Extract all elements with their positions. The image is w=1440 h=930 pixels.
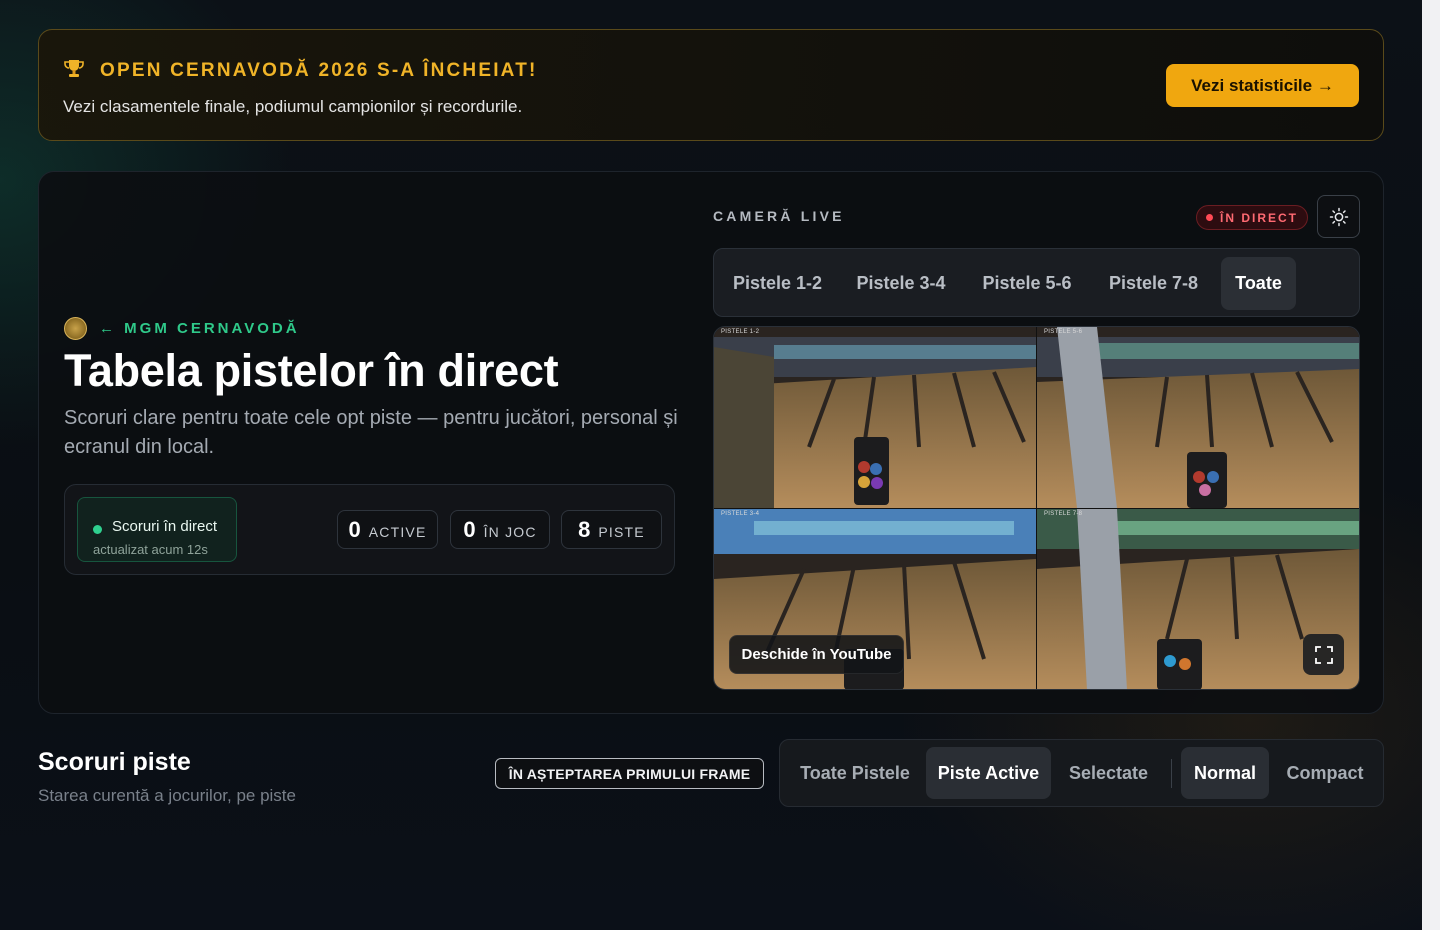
live-scores-label: Scoruri în direct <box>112 518 218 535</box>
stat-lanes: 8 PISTE <box>561 510 662 549</box>
page-title: Tabela pistelor în direct <box>64 345 559 396</box>
tournament-banner: OPEN CERNAVODĂ 2026 S-A ÎNCHEIAT! Vezi c… <box>38 29 1384 141</box>
feed-label: PISTELE 1-2 <box>721 329 760 335</box>
tab-lanes-3-4[interactable]: Pistele 3-4 <box>843 257 959 310</box>
filter-all-lanes[interactable]: Toate Pistele <box>788 747 922 799</box>
feed-lanes-5-6: PISTELE 5-6 <box>1037 327 1359 508</box>
fullscreen-button[interactable] <box>1303 634 1344 675</box>
club-logo <box>64 317 87 340</box>
trophy-icon <box>63 58 85 80</box>
live-dot-icon <box>93 525 102 534</box>
waiting-frame-badge: ÎN AȘTEPTAREA PRIMULUI FRAME <box>495 758 764 789</box>
section-title: Scoruri piste <box>38 748 191 776</box>
stat-value: 8 <box>578 516 591 542</box>
view-compact[interactable]: Compact <box>1273 747 1377 799</box>
stat-in-game: 0 ÎN JOC <box>450 510 550 549</box>
banner-title: OPEN CERNAVODĂ 2026 S-A ÎNCHEIAT! <box>100 60 538 81</box>
view-stats-button[interactable]: Vezi statisticile → <box>1166 64 1359 107</box>
stat-label: ACTIVE <box>368 523 427 540</box>
stat-value: 0 <box>463 516 476 542</box>
stat-label: ÎN JOC <box>483 523 537 540</box>
lane-camera-image <box>1037 327 1359 508</box>
section-subtitle: Starea curentă a jocurilor, pe piste <box>38 786 296 805</box>
tab-lanes-5-6[interactable]: Pistele 5-6 <box>969 257 1085 310</box>
stat-label: PISTE <box>598 523 645 540</box>
tab-all[interactable]: Toate <box>1221 257 1296 310</box>
feed-lanes-1-2: PISTELE 1-2 <box>714 327 1036 508</box>
page-description: Scoruri clare pentru toate cele opt pist… <box>64 407 678 458</box>
theme-toggle-button[interactable] <box>1317 195 1360 238</box>
brand-label: ← MGM CERNAVODĂ <box>99 320 300 337</box>
feed-label: PISTELE 5-6 <box>1044 329 1083 335</box>
stat-active: 0 ACTIVE <box>337 510 438 549</box>
lane-filter-bar: Toate Pistele Piste Active Selectate Nor… <box>779 739 1384 807</box>
last-updated: actualizat acum 12s <box>93 542 208 557</box>
scrollbar[interactable] <box>1422 0 1440 930</box>
filter-selected[interactable]: Selectate <box>1055 747 1162 799</box>
sun-icon <box>1329 207 1348 226</box>
live-camera-label: CAMERĂ LIVE <box>713 208 845 224</box>
feed-label: PISTELE 3-4 <box>721 511 760 517</box>
live-board-card: ← MGM CERNAVODĂ Tabela pistelor în direc… <box>38 171 1384 714</box>
live-dot-icon <box>1206 214 1213 221</box>
tab-lanes-7-8[interactable]: Pistele 7-8 <box>1095 257 1212 310</box>
live-badge: ÎN DIRECT <box>1196 205 1308 230</box>
banner-subtitle: Vezi clasamentele finale, podiumul campi… <box>63 97 523 116</box>
tab-lanes-1-2[interactable]: Pistele 1-2 <box>722 257 833 310</box>
camera-feed[interactable]: PISTELE 1-2 PISTELE 5-6 PISTELE 3-4 PIST… <box>713 326 1360 690</box>
fullscreen-icon <box>1314 645 1333 664</box>
filter-active-lanes[interactable]: Piste Active <box>926 747 1051 799</box>
lane-camera-image <box>714 327 1036 508</box>
stats-panel: Scoruri în direct actualizat acum 12s 0 … <box>64 484 675 575</box>
open-youtube-button[interactable]: Deschide în YouTube <box>729 635 904 674</box>
stat-value: 0 <box>348 516 361 542</box>
feed-label: PISTELE 7-8 <box>1044 511 1083 517</box>
camera-tabs: Pistele 1-2 Pistele 3-4 Pistele 5-6 Pist… <box>713 248 1360 317</box>
divider <box>1171 759 1172 788</box>
live-scores-indicator: Scoruri în direct actualizat acum 12s <box>77 497 237 562</box>
brand-link[interactable]: ← MGM CERNAVODĂ <box>64 317 300 340</box>
view-normal[interactable]: Normal <box>1181 747 1269 799</box>
live-badge-label: ÎN DIRECT <box>1220 210 1298 225</box>
